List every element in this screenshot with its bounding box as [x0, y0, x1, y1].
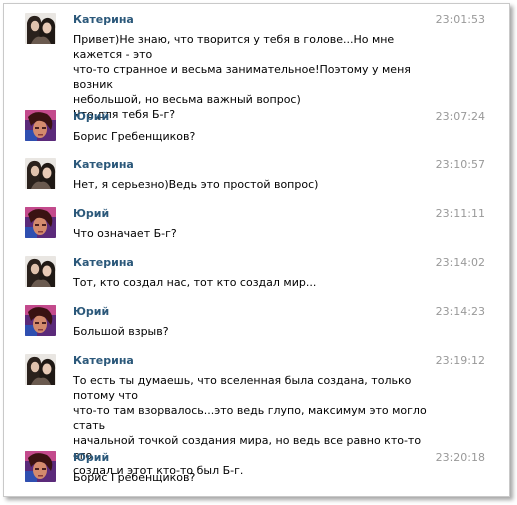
- message-author[interactable]: Юрий: [73, 207, 109, 221]
- avatar-yuri[interactable]: [25, 451, 56, 482]
- message-author[interactable]: Катерина: [73, 354, 134, 368]
- message-text: Привет)Не знаю, что творится у тебя в го…: [73, 33, 411, 121]
- message-text: Борис Гребенщиков?: [73, 130, 196, 143]
- message-timestamp: 23:10:57: [435, 158, 485, 171]
- message-timestamp: 23:11:11: [435, 207, 485, 220]
- message-author[interactable]: Катерина: [73, 158, 134, 172]
- avatar-yuri[interactable]: [25, 207, 56, 238]
- avatar-katerina[interactable]: [25, 256, 56, 287]
- message-text: Большой взрыв?: [73, 325, 169, 338]
- avatar-katerina[interactable]: [25, 158, 56, 189]
- message-text: Что означает Б-г?: [73, 227, 177, 240]
- avatar-katerina[interactable]: [25, 354, 56, 385]
- message-timestamp: 23:19:12: [435, 354, 485, 367]
- message-timestamp: 23:20:18: [435, 451, 485, 464]
- message-timestamp: 23:14:02: [435, 256, 485, 269]
- message-timestamp: 23:01:53: [435, 13, 485, 26]
- dialog-history: Катерина 23:01:53 Привет)Не знаю, что тв…: [3, 3, 510, 497]
- message-author[interactable]: Юрий: [73, 110, 109, 124]
- avatar-katerina[interactable]: [25, 13, 56, 44]
- avatar-yuri[interactable]: [25, 110, 56, 141]
- message-author[interactable]: Юрий: [73, 451, 109, 465]
- message-author[interactable]: Катерина: [73, 13, 134, 27]
- message-timestamp: 23:07:24: [435, 110, 485, 123]
- message-author[interactable]: Юрий: [73, 305, 109, 319]
- message-timestamp: 23:14:23: [435, 305, 485, 318]
- message-text: То есть ты думаешь, что вселенная была с…: [73, 374, 427, 477]
- avatar-yuri[interactable]: [25, 305, 56, 336]
- message-text: Нет, я серьезно)Ведь это простой вопрос): [73, 178, 319, 191]
- message-text: Тот, кто создал нас, тот кто создал мир.…: [73, 276, 317, 289]
- message-author[interactable]: Катерина: [73, 256, 134, 270]
- message-text: Борис Гребенщиков?: [73, 471, 196, 484]
